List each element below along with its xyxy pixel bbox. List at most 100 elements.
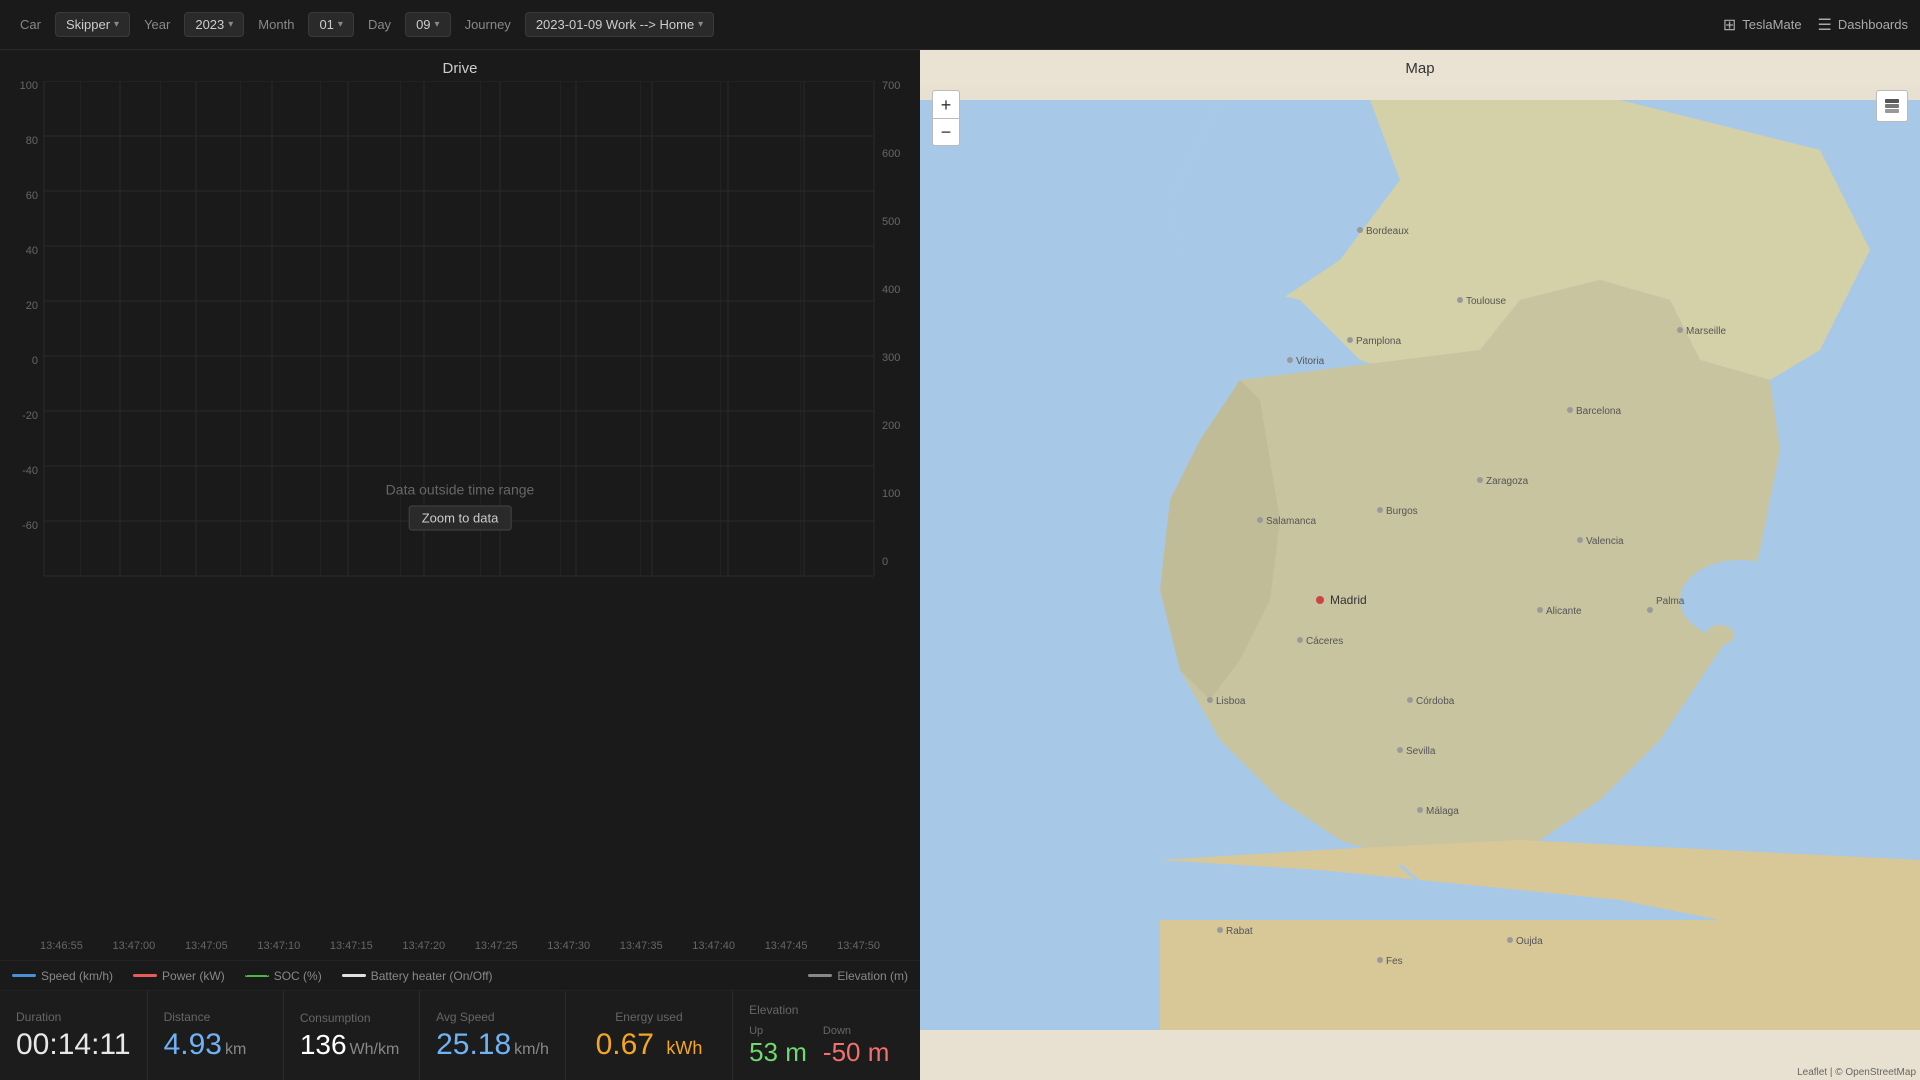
svg-text:Toulouse: Toulouse [1466,296,1506,307]
avg-speed-value: 25.18km/h [436,1028,549,1062]
svg-text:40: 40 [26,245,38,257]
duration-cell: Duration 00:14:11 [0,991,148,1080]
zoom-to-data-button[interactable]: Zoom to data [409,506,512,531]
chart-container: Drive 100 80 60 40 20 [0,50,920,960]
chart-inner: 100 80 60 40 20 0 -20 -40 -60 700 600 50… [0,81,920,931]
energy-unit: kWh [666,1038,702,1058]
car-selector[interactable]: Skipper ▾ [55,12,130,37]
svg-text:700: 700 [882,81,900,92]
svg-text:300: 300 [882,352,900,364]
chart-message-text: Data outside time range [386,482,535,498]
month-selector[interactable]: 01 ▾ [308,12,354,37]
svg-text:Fes: Fes [1386,956,1403,967]
svg-text:Madrid: Madrid [1330,593,1367,607]
right-panel: Map Madrid Lisboa Salama [920,50,1920,1080]
legend-speed-label: Speed (km/h) [41,969,113,983]
dashboards-label: Dashboards [1838,17,1908,32]
svg-text:Marseille: Marseille [1686,326,1726,337]
x-label-1: 13:47:00 [112,940,155,952]
svg-text:20: 20 [26,300,38,312]
day-label: Day [360,13,399,36]
legend-speed: Speed (km/h) [12,969,113,983]
car-value: Skipper [66,17,110,32]
svg-text:Vitoria: Vitoria [1296,356,1325,367]
x-label-11: 13:47:50 [837,940,880,952]
speed-line-icon [12,974,36,977]
battery-heater-line-icon [342,974,366,977]
svg-text:Sevilla: Sevilla [1406,746,1436,757]
year-chevron-icon: ▾ [228,19,233,30]
topbar-right: ⊞ TeslaMate ☰ Dashboards [1723,15,1908,35]
svg-text:100: 100 [20,81,38,92]
zoom-out-button[interactable]: − [932,118,960,146]
journey-label: Journey [457,13,519,36]
consumption-cell: Consumption 136Wh/km [284,991,420,1080]
svg-text:Alicante: Alicante [1546,606,1582,617]
consumption-value: 136Wh/km [300,1029,403,1061]
map-layer-button[interactable] [1876,90,1908,122]
month-value: 01 [319,17,333,32]
car-chevron-icon: ▾ [114,19,119,30]
legend-power-label: Power (kW) [162,969,225,983]
svg-text:60: 60 [26,190,38,202]
x-label-2: 13:47:05 [185,940,228,952]
distance-label: Distance [164,1010,267,1024]
layers-icon [1883,97,1901,115]
x-label-0: 13:46:55 [40,940,83,952]
legend-battery-heater-label: Battery heater (On/Off) [371,969,493,983]
elevation-cell: Elevation Up 53 m Down -50 m [733,991,920,1080]
svg-text:Bordeaux: Bordeaux [1366,226,1409,237]
elevation-line-icon [808,974,832,977]
legend-elevation-label: Elevation (m) [837,969,908,983]
day-selector[interactable]: 09 ▾ [405,12,451,37]
svg-text:Rabat: Rabat [1226,926,1253,937]
year-value: 2023 [195,17,224,32]
svg-text:200: 200 [882,420,900,432]
svg-text:400: 400 [882,284,900,296]
x-axis: 13:46:55 13:47:00 13:47:05 13:47:10 13:4… [0,931,920,960]
dashboards-menu-icon: ☰ [1818,15,1832,35]
map-attribution: Leaflet | © OpenStreetMap [1797,1067,1916,1078]
chart-message: Data outside time range Zoom to data [386,482,535,531]
x-label-9: 13:47:40 [692,940,735,952]
year-selector[interactable]: 2023 ▾ [184,12,244,37]
chart-title: Drive [0,50,920,81]
svg-text:Pamplona: Pamplona [1356,336,1401,347]
consumption-label: Consumption [300,1011,403,1025]
energy-cell: Energy used 0.67 kWh [566,991,733,1080]
teslamate-link[interactable]: ⊞ TeslaMate [1723,15,1802,35]
elevation-up: Up 53 m [749,1025,807,1068]
elevation-down: Down -50 m [823,1025,889,1068]
dashboards-link[interactable]: ☰ Dashboards [1818,15,1908,35]
svg-text:Lisboa: Lisboa [1216,696,1246,707]
car-label: Car [12,13,49,36]
svg-text:0: 0 [882,556,888,568]
avg-speed-cell: Avg Speed 25.18km/h [420,991,566,1080]
duration-value: 00:14:11 [16,1028,131,1062]
distance-value: 4.93km [164,1028,267,1062]
month-label: Month [250,13,302,36]
legend-soc: SOC (%) [245,969,322,983]
duration-label: Duration [16,1010,131,1024]
energy-title: Energy used [582,1010,716,1024]
day-chevron-icon: ▾ [435,19,440,30]
down-value: -50 m [823,1037,889,1068]
journey-selector[interactable]: 2023-01-09 Work --> Home ▾ [525,12,714,37]
svg-text:Zaragoza: Zaragoza [1486,476,1529,487]
svg-text:Barcelona: Barcelona [1576,406,1621,417]
x-label-10: 13:47:45 [765,940,808,952]
left-panel: Drive 100 80 60 40 20 [0,50,920,1080]
teslamate-label: TeslaMate [1742,17,1801,32]
month-chevron-icon: ▾ [338,19,343,30]
svg-text:Palma: Palma [1656,596,1685,607]
legend: Speed (km/h) Power (kW) SOC (%) Battery … [0,960,920,990]
svg-text:Valencia: Valencia [1586,536,1624,547]
svg-text:0: 0 [32,355,38,367]
svg-text:80: 80 [26,135,38,147]
map-controls: + − [932,90,960,146]
svg-text:Cáceres: Cáceres [1306,636,1343,647]
legend-elevation: Elevation (m) [808,969,908,983]
main-layout: Drive 100 80 60 40 20 [0,50,1920,1080]
zoom-in-button[interactable]: + [932,90,960,118]
svg-text:Córdoba: Córdoba [1416,696,1455,707]
